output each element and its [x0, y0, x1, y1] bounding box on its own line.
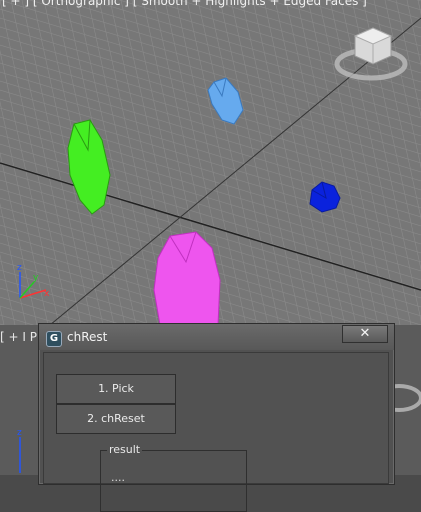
grid-line: [0, 62, 421, 191]
green-object: [67, 119, 111, 215]
viewport-label[interactable]: [ + ] [ Orthographic ] [ Smooth + Highli…: [2, 0, 367, 8]
light-blue-object: [207, 77, 244, 125]
axis-y-label: y: [33, 273, 39, 283]
app-logo-icon: G: [46, 331, 62, 347]
grid-line: [230, 0, 302, 325]
axis-x-label: x: [44, 289, 50, 299]
close-button[interactable]: ✕: [342, 325, 388, 343]
result-groupbox: result ....: [100, 443, 247, 512]
grid-line: [0, 44, 421, 173]
viewcube-icon[interactable]: [334, 27, 408, 81]
magenta-object: [153, 231, 221, 325]
pick-button[interactable]: 1. Pick: [56, 374, 176, 404]
axis-z-label: z: [17, 263, 22, 273]
dark-blue-object: [309, 181, 341, 213]
viewport-canvas[interactable]: z y x: [0, 0, 421, 325]
result-text: ....: [111, 471, 125, 484]
result-group-label: result: [107, 443, 143, 456]
dialog-titlebar[interactable]: G chRest ✕: [39, 324, 394, 350]
grid-line: [252, 0, 324, 325]
axis-gizmo-icon: z y x: [17, 263, 50, 299]
grid-line: [0, 107, 421, 236]
grid-line: [0, 53, 421, 182]
dialog-title: chRest: [67, 330, 108, 344]
grid-line: [0, 98, 421, 227]
bottom-axis-gizmo-icon: z: [17, 428, 22, 473]
grid-line: [241, 0, 313, 325]
grid-line: [0, 125, 421, 254]
viewport-top[interactable]: z y x [ + ] [ Orthographic ] [ Smooth + …: [0, 0, 421, 325]
grid-line: [285, 0, 357, 325]
svg-text:z: z: [17, 428, 22, 438]
chrest-dialog[interactable]: G chRest ✕ 1. Pick 2. chReset result ...…: [38, 323, 395, 512]
dialog-body: 1. Pick 2. chReset result ....: [43, 352, 389, 512]
chreset-button[interactable]: 2. chReset: [56, 404, 176, 434]
